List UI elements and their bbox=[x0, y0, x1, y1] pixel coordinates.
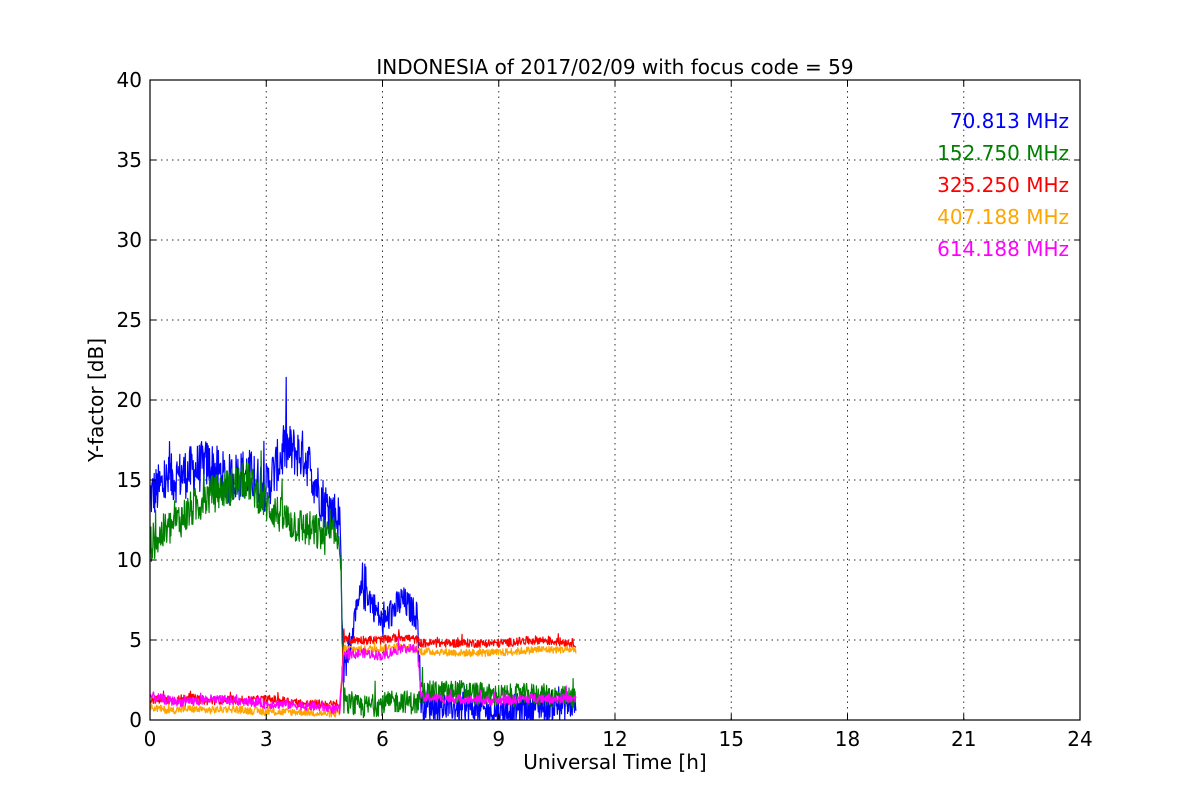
y-tick-label: 5 bbox=[129, 628, 142, 652]
x-tick-label: 21 bbox=[951, 727, 976, 751]
x-axis-title: Universal Time [h] bbox=[523, 750, 706, 774]
legend: 70.813 MHz 152.750 MHz 325.250 MHz 407.188 … bbox=[937, 109, 1069, 261]
legend-entry-3: 325.250 MHz bbox=[937, 173, 1069, 197]
y-tick-label: 30 bbox=[117, 228, 142, 252]
y-tick-label: 35 bbox=[117, 148, 142, 172]
x-tick-label: 9 bbox=[492, 727, 505, 751]
y-tick-label: 20 bbox=[117, 388, 142, 412]
y-tick-label: 10 bbox=[117, 548, 142, 572]
x-tick-label: 3 bbox=[260, 727, 273, 751]
y-axis-title: Y-factor [dB] bbox=[84, 338, 108, 463]
x-tick-label: 0 bbox=[144, 727, 157, 751]
x-tick-label: 6 bbox=[376, 727, 389, 751]
y-tick-label: 40 bbox=[117, 68, 142, 92]
y-tick-label: 25 bbox=[117, 308, 142, 332]
legend-entry-5: 614.188 MHz bbox=[937, 237, 1069, 261]
x-tick-label: 12 bbox=[602, 727, 627, 751]
chart: INDONESIA of 2017/02/09 with focus code … bbox=[0, 0, 1200, 800]
x-tick-label: 18 bbox=[835, 727, 860, 751]
legend-entry-1: 70.813 MHz bbox=[950, 109, 1069, 133]
legend-entry-2: 152.750 MHz bbox=[937, 141, 1069, 165]
legend-entry-4: 407.188 MHz bbox=[937, 205, 1069, 229]
y-tick-label: 15 bbox=[117, 468, 142, 492]
x-tick-label: 15 bbox=[719, 727, 744, 751]
x-tick-label: 24 bbox=[1067, 727, 1092, 751]
y-tick-label: 0 bbox=[129, 708, 142, 732]
chart-title: INDONESIA of 2017/02/09 with focus code … bbox=[376, 55, 853, 79]
